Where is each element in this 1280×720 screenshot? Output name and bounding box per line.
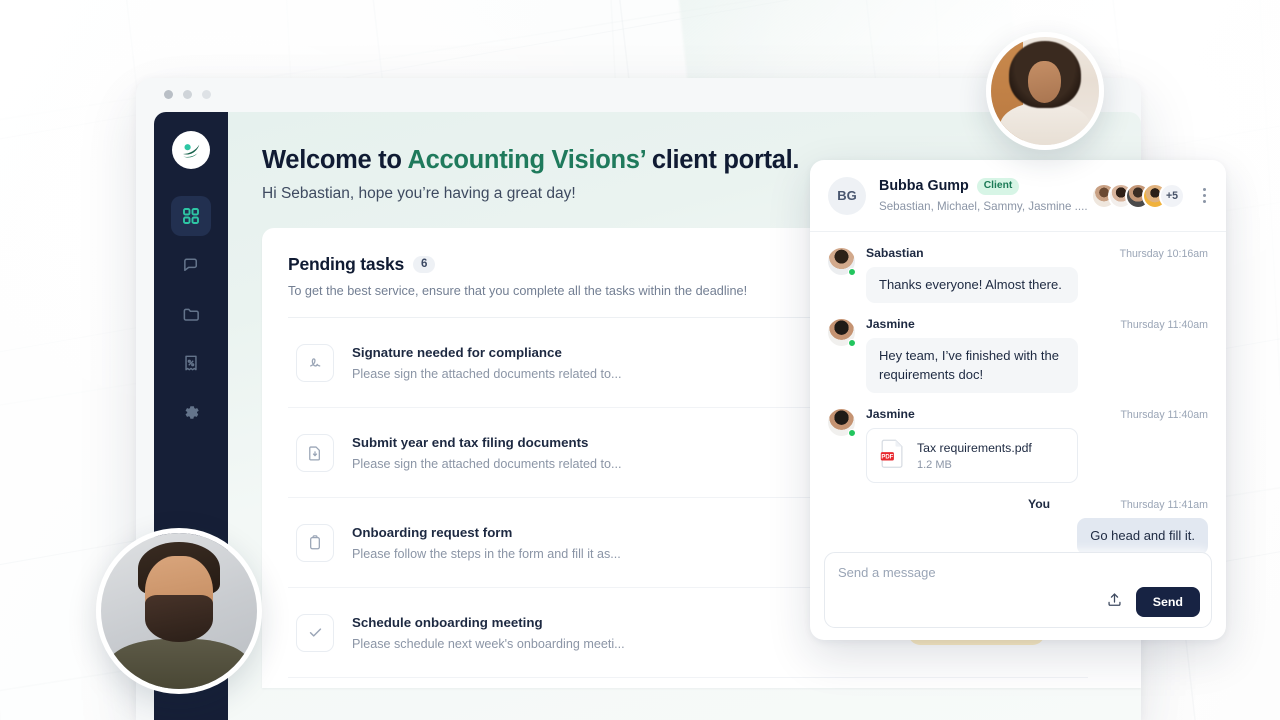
chat-message-own: You Thursday 11:41am Go head and fill it.	[828, 497, 1208, 555]
chat-avatar-initials: BG	[828, 176, 866, 215]
online-status-dot	[848, 429, 856, 438]
pdf-icon: PDF	[879, 438, 906, 473]
message-author: Jasmine	[866, 407, 915, 422]
maximize-dot[interactable]	[202, 90, 211, 99]
gear-icon	[182, 403, 201, 422]
online-status-dot	[848, 339, 856, 348]
pending-tasks-count-badge: 6	[413, 255, 436, 274]
task-text: Signature needed for compliance Please si…	[352, 345, 622, 381]
close-dot[interactable]	[164, 90, 173, 99]
sidebar-item-files[interactable]	[171, 294, 211, 334]
message-bubble: Go head and fill it.	[1077, 518, 1208, 555]
sidebar-item-tax[interactable]	[171, 343, 211, 383]
svg-text:PDF: PDF	[881, 455, 893, 461]
woman-portrait-avatar	[986, 32, 1104, 150]
sidebar-item-messages[interactable]	[171, 245, 211, 285]
welcome-org-name: Accounting Visions’	[407, 146, 646, 174]
message-input-placeholder[interactable]: Send a message	[838, 565, 1198, 580]
message-timestamp: Thursday 10:16am	[1119, 248, 1208, 260]
message-meta: You Thursday 11:41am	[1028, 497, 1208, 511]
receipt-icon	[182, 354, 200, 372]
kebab-dot	[1202, 188, 1206, 191]
portrait-body	[999, 101, 1091, 145]
screenshot-stage: Welcome to Accounting Visions’ client po…	[0, 0, 1280, 720]
message-column: You Thursday 11:41am Go head and fill it.	[828, 497, 1208, 555]
message-avatar	[828, 409, 856, 438]
signature-icon	[296, 343, 334, 382]
chat-icon	[182, 256, 201, 275]
message-avatar	[828, 248, 856, 276]
message-column: Jasmine Thursday 11:40am PDF Tax requiremen…	[866, 407, 1208, 484]
task-name: Signature needed for compliance	[352, 344, 562, 360]
message-timestamp: Thursday 11:40am	[1120, 409, 1208, 422]
portrait-image	[101, 533, 257, 689]
chat-name-row: Bubba Gump Client	[879, 178, 1091, 195]
message-timestamp: Thursday 11:40am	[1120, 319, 1208, 332]
window-controls[interactable]	[164, 90, 211, 99]
file-name: Tax requirements.pdf	[917, 440, 1032, 455]
chat-member-list: Sebastian, Michael, Sammy, Jasmine ....	[879, 199, 1088, 213]
clipboard-icon	[296, 523, 334, 562]
sidebar-item-dashboard[interactable]	[171, 196, 211, 236]
chat-panel: BG Bubba Gump Client Sebastian, Michael,…	[810, 160, 1226, 640]
message-column: Sabastian Thursday 10:16am Thanks everyone…	[866, 246, 1208, 304]
message-author: Jasmine	[866, 317, 915, 332]
online-status-dot	[848, 268, 856, 276]
chat-message: Jasmine Thursday 11:40am PDF Tax requiremen…	[828, 407, 1208, 484]
message-bubble: Thanks everyone! Almost there.	[866, 267, 1078, 304]
portrait-image	[991, 37, 1099, 145]
task-description: Please schedule next week's onboarding m…	[352, 636, 625, 651]
grid-icon	[182, 207, 200, 225]
task-text: Onboarding request form Please follow the…	[352, 525, 621, 561]
task-text: Schedule onboarding meeting Please schedu…	[352, 615, 625, 651]
task-name: Onboarding request form	[352, 524, 513, 540]
man-portrait-avatar	[96, 528, 262, 694]
welcome-suffix: client portal.	[645, 146, 800, 174]
sidebar-item-settings[interactable]	[171, 392, 211, 432]
task-description: Please sign the attached documents relat…	[352, 366, 622, 381]
kebab-dot	[1202, 194, 1206, 197]
file-attachment[interactable]: PDF Tax requirements.pdf 1.2 MB	[866, 428, 1078, 484]
chat-options-kebab-icon[interactable]	[1196, 187, 1212, 205]
file-download-icon	[296, 433, 334, 472]
file-size: 1.2 MB	[917, 458, 952, 471]
task-text: Submit year end tax filing documents Plea…	[352, 435, 622, 471]
message-column: Jasmine Thursday 11:40am Hey team, I’ve fi…	[866, 317, 1208, 394]
portrait-face	[1027, 60, 1062, 103]
participant-avatar-stack[interactable]: +5	[1091, 182, 1185, 209]
kebab-dot	[1202, 200, 1206, 203]
app-logo[interactable]	[172, 131, 210, 169]
chat-message: Jasmine Thursday 11:40am Hey team, I’ve fi…	[828, 317, 1208, 394]
chat-header: BG Bubba Gump Client Sebastian, Michael,…	[810, 160, 1226, 232]
upload-icon[interactable]	[1106, 591, 1123, 613]
minimize-dot[interactable]	[183, 90, 192, 99]
pending-tasks-title: Pending tasks	[288, 254, 405, 274]
portrait-body	[107, 639, 251, 689]
chat-header-text: Bubba Gump Client Sebastian, Michael, Sa…	[879, 178, 1091, 213]
welcome-prefix: Welcome to	[262, 146, 408, 174]
message-meta: Jasmine Thursday 11:40am	[866, 317, 1208, 331]
message-meta: Sabastian Thursday 10:16am	[866, 246, 1208, 260]
message-avatar	[828, 319, 856, 348]
send-button[interactable]: Send	[1135, 586, 1200, 617]
chat-conversation-name: Bubba Gump	[879, 178, 969, 195]
message-bubble: Hey team, I’ve finished with the require…	[866, 338, 1078, 394]
composer-actions: Send	[1106, 586, 1200, 617]
task-description: Please sign the attached documents relat…	[352, 456, 622, 471]
chat-client-badge: Client	[976, 178, 1020, 195]
message-author: Sabastian	[866, 246, 924, 260]
message-composer[interactable]: Send a message Send	[824, 552, 1212, 628]
check-icon	[296, 613, 334, 652]
task-name: Schedule onboarding meeting	[352, 614, 543, 630]
message-meta: Jasmine Thursday 11:40am	[866, 407, 1208, 421]
file-info: Tax requirements.pdf 1.2 MB	[917, 441, 1032, 471]
chat-message: Sabastian Thursday 10:16am Thanks everyone…	[828, 246, 1208, 304]
folder-icon	[182, 305, 201, 324]
message-timestamp: Thursday 11:41am	[1120, 499, 1208, 512]
portrait-beard	[144, 595, 214, 643]
task-description: Please follow the steps in the form and …	[352, 546, 621, 561]
participant-overflow-count[interactable]: +5	[1159, 182, 1185, 209]
task-name: Submit year end tax filing documents	[352, 434, 589, 450]
message-author: You	[1028, 497, 1051, 512]
